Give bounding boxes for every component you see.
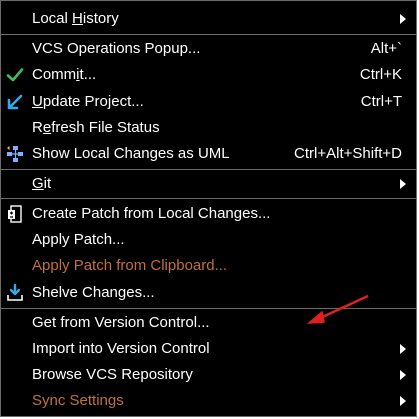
menu-item-commit[interactable]: Commit... Ctrl+K xyxy=(1,62,416,88)
checkmark-icon xyxy=(6,68,24,82)
menu-item-label: Browse VCS Repository xyxy=(32,366,193,383)
menu-item-local-history[interactable]: Local History xyxy=(1,6,416,32)
shelve-icon xyxy=(7,284,23,301)
menu-item-label: Commit... xyxy=(32,66,97,83)
menu-item-shortcut: Ctrl+Alt+Shift+D xyxy=(294,145,402,162)
menu-item-label: VCS Operations Popup... xyxy=(32,40,201,57)
submenu-arrow-icon xyxy=(400,370,406,380)
menu-item-shelve-changes[interactable]: Shelve Changes... xyxy=(1,280,416,306)
menu-item-vcs-operations-popup[interactable]: VCS Operations Popup... Alt+` xyxy=(1,36,416,62)
menu-item-shortcut: Ctrl+T xyxy=(360,93,402,110)
submenu-arrow-icon xyxy=(400,344,406,354)
menu-item-label: Git xyxy=(32,175,52,192)
menu-item-label: Apply Patch... xyxy=(32,231,125,248)
menu-item-show-local-changes-uml[interactable]: Show Local Changes as UML Ctrl+Alt+Shift… xyxy=(1,141,416,167)
submenu-arrow-icon xyxy=(400,179,406,189)
menu-item-label: Import into Version Control xyxy=(32,340,210,357)
menu-item-label: Create Patch from Local Changes... xyxy=(32,205,271,222)
menu-item-update-project[interactable]: Update Project... Ctrl+T xyxy=(1,89,416,115)
menu-item-label: Update Project... xyxy=(32,93,144,110)
submenu-arrow-icon xyxy=(400,396,406,406)
menu-item-create-patch[interactable]: Create Patch from Local Changes... xyxy=(1,201,416,227)
menu-item-shortcut: Ctrl+K xyxy=(359,66,402,83)
menu-item-shortcut: Alt+` xyxy=(370,40,402,57)
update-arrow-icon xyxy=(7,94,23,110)
menu-item-label: Refresh File Status xyxy=(32,119,160,136)
uml-diagram-icon xyxy=(7,146,23,162)
menu-separator xyxy=(1,198,416,199)
menu-item-git[interactable]: Git xyxy=(1,171,416,197)
menu-separator xyxy=(1,34,416,35)
menu-item-label: Shelve Changes... xyxy=(32,284,155,301)
submenu-arrow-icon xyxy=(400,14,406,24)
menu-item-label: Show Local Changes as UML xyxy=(32,145,230,162)
menu-item-label: Apply Patch from Clipboard... xyxy=(32,257,228,274)
menu-item-browse-vcs-repository[interactable]: Browse VCS Repository xyxy=(1,362,416,388)
menu-item-import-into-version-control[interactable]: Import into Version Control xyxy=(1,336,416,362)
menu-item-apply-patch[interactable]: Apply Patch... xyxy=(1,227,416,253)
menu-separator xyxy=(1,169,416,170)
menu-item-label: Get from Version Control... xyxy=(32,314,210,331)
menu-item-label: Sync Settings xyxy=(32,392,124,409)
patch-file-icon xyxy=(8,205,22,223)
vcs-context-menu: Local History VCS Operations Popup... Al… xyxy=(0,0,417,417)
menu-item-apply-patch-from-clipboard[interactable]: Apply Patch from Clipboard... xyxy=(1,253,416,279)
menu-item-refresh-file-status[interactable]: Refresh File Status xyxy=(1,115,416,141)
menu-item-get-from-version-control[interactable]: Get from Version Control... xyxy=(1,310,416,336)
menu-separator xyxy=(1,308,416,309)
menu-item-label: Local History xyxy=(32,10,119,27)
menu-item-sync-settings[interactable]: Sync Settings xyxy=(1,388,416,414)
